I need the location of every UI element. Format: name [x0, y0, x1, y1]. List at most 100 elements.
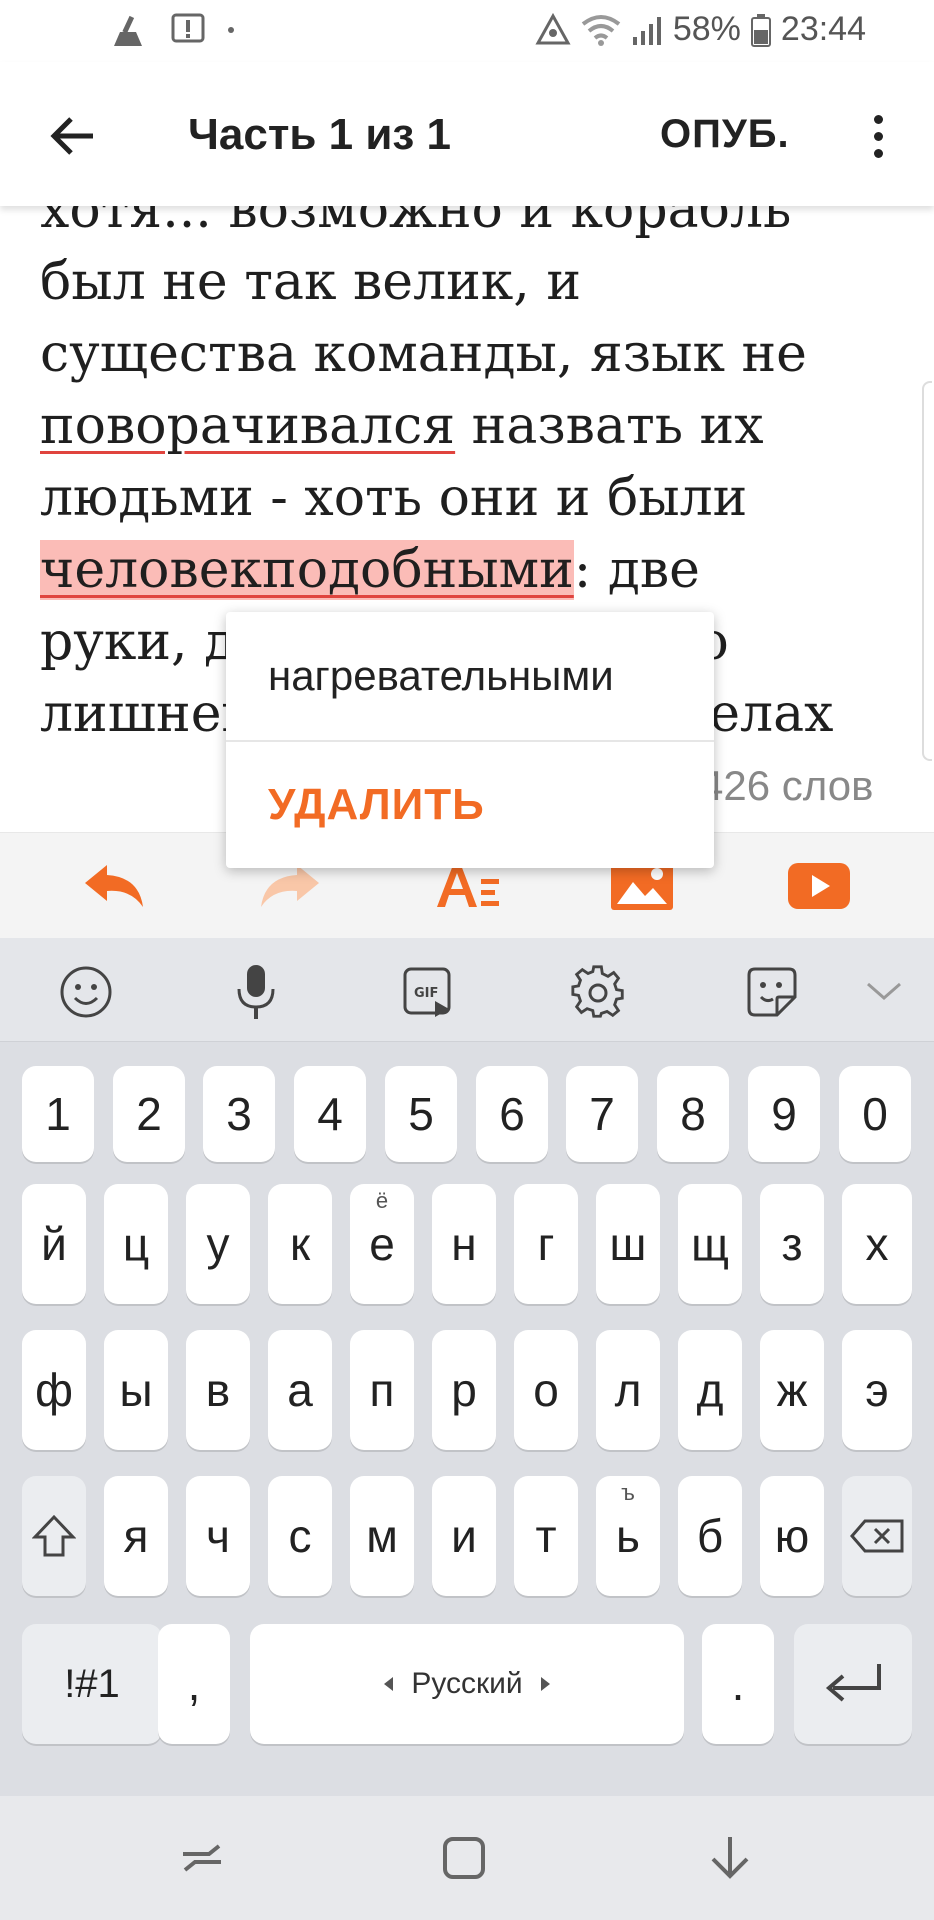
key-о[interactable]: о	[514, 1330, 578, 1450]
spelling-suggestion-popup: нагревательными УДАЛИТЬ	[226, 612, 714, 868]
app-bar: Часть 1 из 1 ОПУБ.	[0, 62, 934, 206]
misspelled-word[interactable]: поворачивался	[40, 396, 455, 456]
key-0[interactable]: 0	[839, 1066, 911, 1162]
key-ы[interactable]: ы	[104, 1330, 168, 1450]
page-title: Часть 1 из 1	[188, 110, 451, 159]
key-2[interactable]: 2	[113, 1066, 185, 1162]
cleaner-icon	[110, 12, 150, 48]
key-ш[interactable]: ш	[596, 1184, 660, 1304]
status-bar: 58% 23:44	[0, 0, 934, 62]
svg-text:GIF: GIF	[414, 986, 438, 1001]
delete-button[interactable]: УДАЛИТЬ	[226, 742, 714, 868]
comma-key[interactable]: ,	[158, 1624, 230, 1744]
key-9[interactable]: 9	[748, 1066, 820, 1162]
key-х[interactable]: х	[842, 1184, 912, 1304]
key-3[interactable]: 3	[203, 1066, 275, 1162]
selected-misspelled-word[interactable]: человекподобными	[40, 540, 574, 600]
suggestion-item[interactable]: нагревательными	[226, 612, 714, 740]
key-ю[interactable]: ю	[760, 1476, 824, 1596]
keyboard-toolbar: GIF	[0, 938, 934, 1042]
shift-key[interactable]	[22, 1476, 86, 1596]
key-6[interactable]: 6	[476, 1066, 548, 1162]
right-arrow-icon	[540, 1677, 550, 1691]
key-4[interactable]: 4	[294, 1066, 366, 1162]
key-в[interactable]: в	[186, 1330, 250, 1450]
key-е[interactable]: ёе	[350, 1184, 414, 1304]
key-и[interactable]: и	[432, 1476, 496, 1596]
key-а[interactable]: а	[268, 1330, 332, 1450]
key-г[interactable]: г	[514, 1184, 578, 1304]
undo-icon[interactable]	[74, 851, 154, 921]
back-down-icon[interactable]	[700, 1828, 760, 1888]
back-button[interactable]	[40, 104, 104, 168]
recents-icon[interactable]	[172, 1828, 232, 1888]
enter-key[interactable]	[794, 1624, 912, 1744]
collapse-icon[interactable]	[852, 960, 916, 1024]
story-line: поворачивался назвать их	[40, 396, 764, 456]
key-1[interactable]: 1	[22, 1066, 94, 1162]
microphone-icon[interactable]	[224, 960, 288, 1024]
video-icon[interactable]	[779, 851, 859, 921]
word-count: 426 слов	[700, 762, 874, 809]
key-д[interactable]: д	[678, 1330, 742, 1450]
sticker-icon[interactable]	[740, 960, 804, 1024]
story-line: людьми - хоть они и были	[40, 468, 748, 528]
enter-icon	[825, 1664, 881, 1702]
key-п[interactable]: п	[350, 1330, 414, 1450]
keyboard: GIF 1 2 3 4 5 6 7 8 9 0 й ц у к ёе н г ш…	[0, 938, 934, 1796]
navigation-bar	[0, 1796, 934, 1920]
settings-icon[interactable]	[566, 960, 630, 1024]
backspace-icon	[850, 1519, 904, 1553]
key-ц[interactable]: ц	[104, 1184, 168, 1304]
key-б[interactable]: б	[678, 1476, 742, 1596]
key-я[interactable]: я	[104, 1476, 168, 1596]
key-у[interactable]: у	[186, 1184, 250, 1304]
story-line: хотя... возможно и корабль	[40, 206, 792, 240]
emoji-icon[interactable]	[54, 960, 118, 1024]
key-ь[interactable]: ъь	[596, 1476, 660, 1596]
wifi-icon	[581, 14, 621, 46]
dot-icon	[226, 25, 236, 35]
key-hint: ё	[375, 1188, 389, 1213]
publish-button[interactable]: ОПУБ.	[660, 112, 790, 157]
key-ж[interactable]: ж	[760, 1330, 824, 1450]
key-к[interactable]: к	[268, 1184, 332, 1304]
shift-icon	[32, 1514, 76, 1557]
key-hint: ъ	[621, 1480, 635, 1505]
key-с[interactable]: с	[268, 1476, 332, 1596]
backspace-key[interactable]	[842, 1476, 912, 1596]
battery-icon	[750, 13, 771, 47]
key-з[interactable]: з	[760, 1184, 824, 1304]
symbols-key[interactable]: !#1	[22, 1624, 162, 1744]
gif-icon[interactable]: GIF	[396, 960, 460, 1024]
clock: 23:44	[780, 10, 866, 48]
story-line: существа команды, язык не	[40, 324, 807, 384]
alert-icon	[170, 12, 206, 48]
key-э[interactable]: э	[842, 1330, 912, 1450]
battery-percent: 58%	[672, 10, 741, 48]
left-arrow-icon	[384, 1677, 394, 1691]
key-л[interactable]: л	[596, 1330, 660, 1450]
key-т[interactable]: т	[514, 1476, 578, 1596]
scrollbar[interactable]	[922, 381, 932, 761]
arrow-left-icon	[50, 117, 93, 155]
home-icon[interactable]	[434, 1828, 494, 1888]
key-5[interactable]: 5	[385, 1066, 457, 1162]
story-line: человекподобными: две	[40, 540, 700, 600]
key-ф[interactable]: ф	[22, 1330, 86, 1450]
more-options-icon[interactable]	[858, 106, 898, 166]
key-7[interactable]: 7	[566, 1066, 638, 1162]
key-8[interactable]: 8	[657, 1066, 729, 1162]
key-щ[interactable]: щ	[678, 1184, 742, 1304]
story-line: был не так велик, и	[40, 252, 581, 312]
space-key[interactable]: Русский	[250, 1624, 684, 1744]
key-й[interactable]: й	[22, 1184, 86, 1304]
period-key[interactable]: .	[702, 1624, 774, 1744]
key-н[interactable]: н	[432, 1184, 496, 1304]
signal-icon	[631, 15, 663, 45]
language-label: Русский	[411, 1667, 523, 1700]
key-р[interactable]: р	[432, 1330, 496, 1450]
key-ч[interactable]: ч	[186, 1476, 250, 1596]
key-м[interactable]: м	[350, 1476, 414, 1596]
data-saver-icon	[535, 12, 571, 47]
